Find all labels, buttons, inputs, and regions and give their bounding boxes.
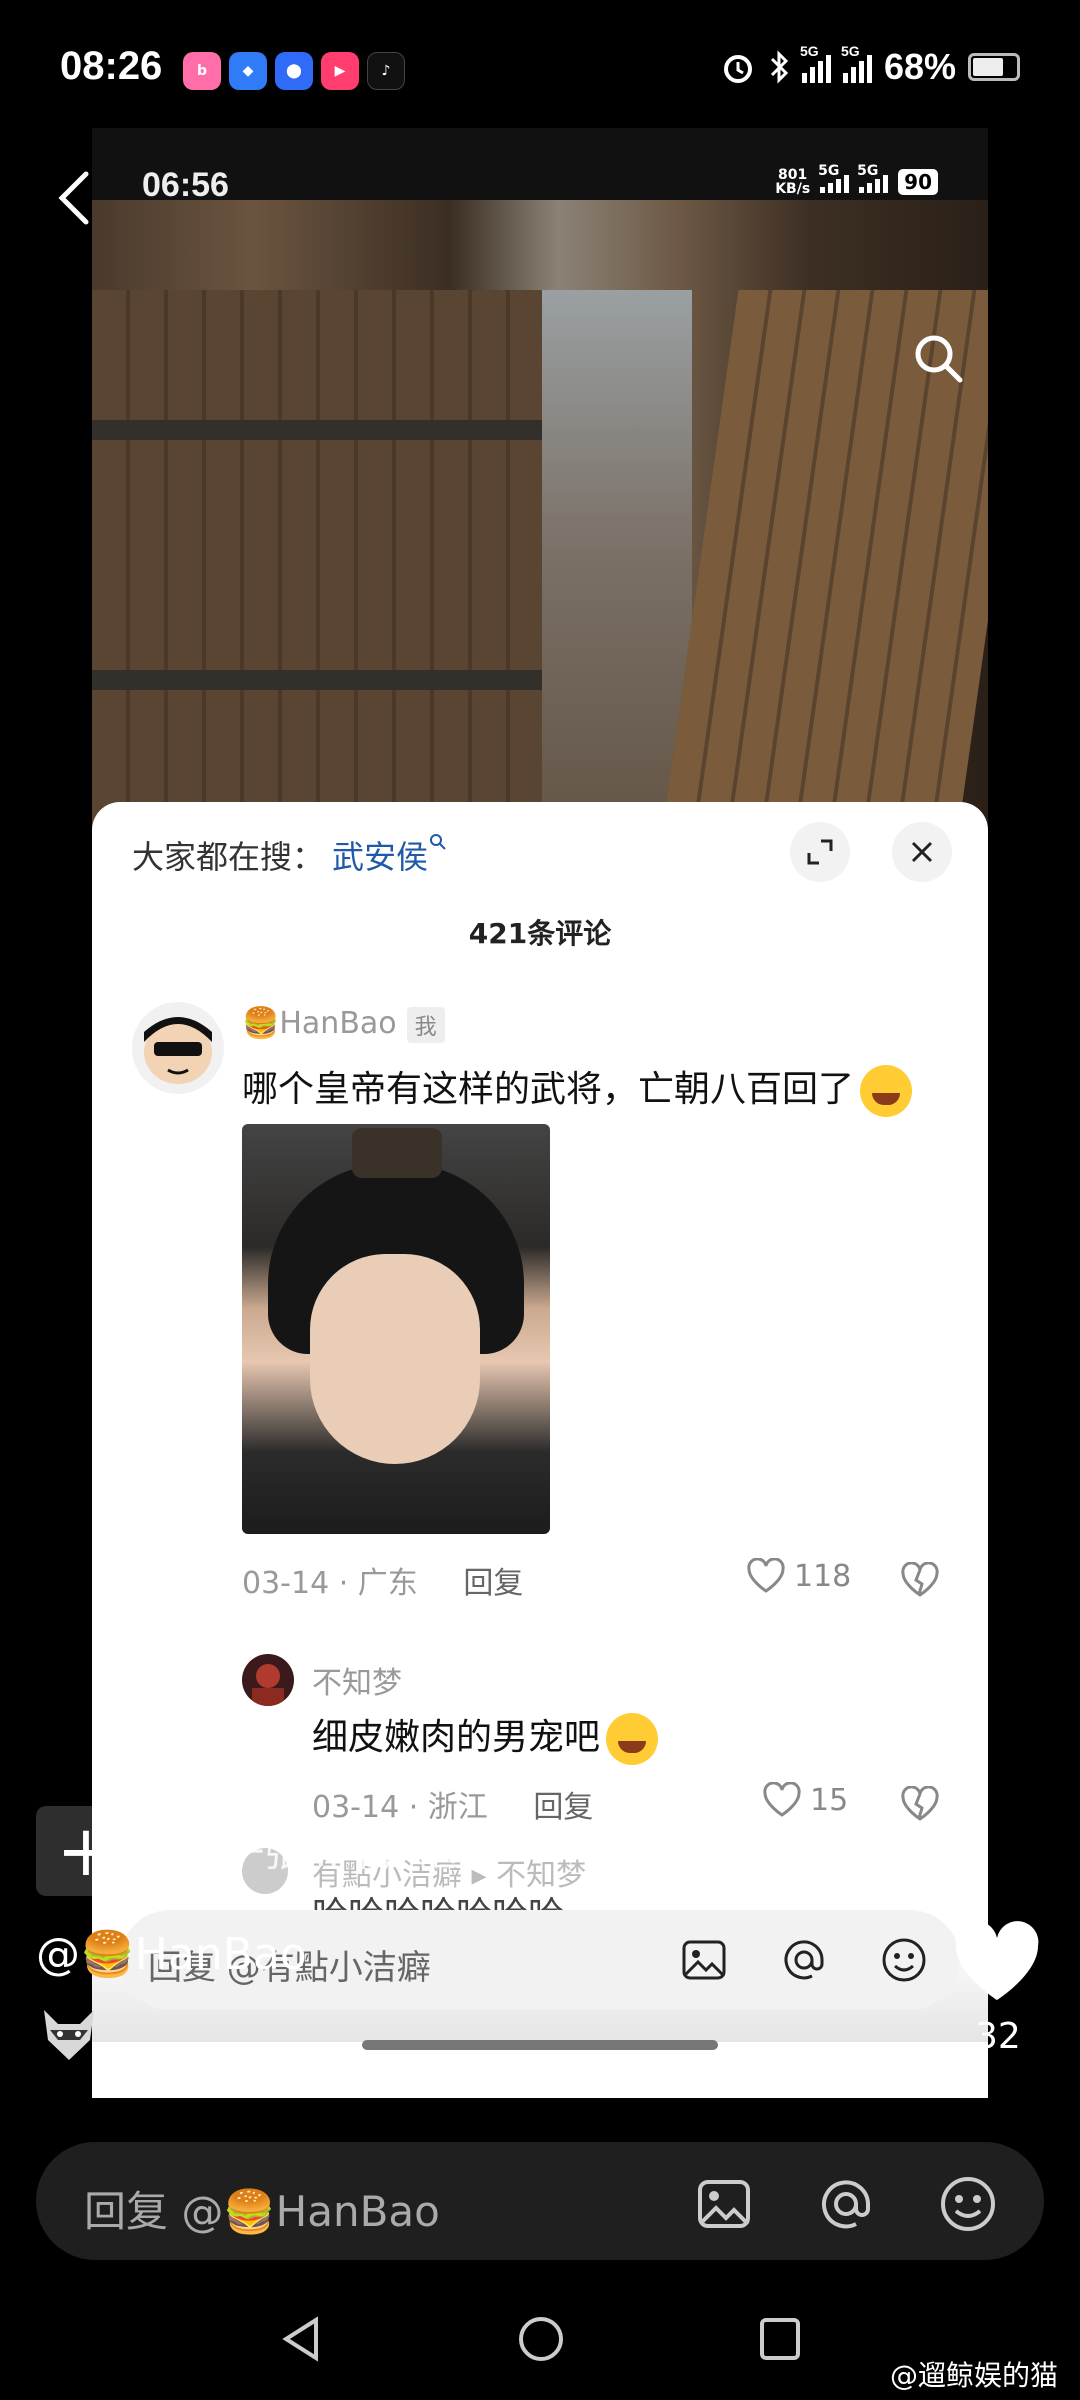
- at-icon[interactable]: [816, 2174, 876, 2234]
- comment-input[interactable]: 回复 @🍔HanBao: [36, 2142, 1044, 2260]
- image-icon[interactable]: [680, 1936, 728, 1984]
- nav-home-icon[interactable]: [516, 2314, 566, 2364]
- signal-icon: 5G: [818, 163, 850, 193]
- comment-meta: 03-14 · 广东 回复: [242, 1566, 524, 1601]
- comment-placeholder: 回复 @🍔HanBao: [84, 2187, 440, 2236]
- like-heart-icon[interactable]: [952, 1920, 1042, 2004]
- like-count: 15: [810, 1782, 849, 1818]
- like-count: 118: [794, 1558, 852, 1594]
- burger-icon: 🍔: [242, 1006, 280, 1041]
- weibo-watermark: @遛鲸娱的猫: [889, 2359, 1058, 2392]
- hot-search-label: 大家都在搜：: [132, 838, 325, 876]
- avatar-image-icon: [252, 1664, 284, 1706]
- app-icon: ◆: [229, 52, 267, 90]
- image-icon[interactable]: [694, 2174, 754, 2234]
- heart-icon: [747, 1558, 785, 1593]
- nav-recents-icon[interactable]: [758, 2314, 802, 2364]
- reply-link[interactable]: 回复: [463, 1566, 523, 1601]
- bluetooth-icon: [770, 50, 789, 84]
- wolf-avatar-icon[interactable]: [36, 2000, 102, 2066]
- like-button[interactable]: 15: [762, 1782, 848, 1818]
- broken-heart-icon[interactable]: [900, 1562, 940, 1598]
- hot-search: 大家都在搜： 武安侯: [132, 832, 448, 878]
- hot-search-term[interactable]: 武安侯: [332, 838, 428, 876]
- status-bar: 08:26 b ◆ ⬤ ▶ ♪ 5G 5G 68%: [0, 0, 1080, 140]
- avatar[interactable]: [242, 1654, 294, 1706]
- comment-author[interactable]: 不知梦: [312, 1658, 402, 1702]
- battery-percent: 68%: [883, 46, 956, 87]
- signal-icon: 5G: [857, 163, 889, 193]
- status-app-icons: b ◆ ⬤ ▶ ♪: [183, 52, 405, 90]
- embedded-indicators: 801 KB/s 5G 5G 90: [775, 163, 938, 197]
- laugh-cry-emoji-icon: [860, 1065, 913, 1117]
- avatar[interactable]: [132, 1002, 224, 1094]
- back-icon[interactable]: [54, 168, 94, 228]
- plus-icon: +: [56, 1810, 116, 1892]
- status-time: 08:26: [60, 44, 163, 88]
- crying-emoji-icon: [606, 1713, 659, 1765]
- comment-author[interactable]: 🍔HanBao 我: [242, 1006, 445, 1043]
- alarm-icon: [723, 55, 752, 83]
- comments-sheet: 大家都在搜： 武安侯 421条评论 🍔HanBao 我 哪个皇帝有这样的武将，亡朝八…: [92, 802, 988, 2098]
- overlay-text: 我也发一张… 我和图片: [112, 1831, 505, 1875]
- battery-badge: 90: [898, 169, 938, 195]
- video-app-icon: ▶: [321, 52, 359, 90]
- tiktok-icon: ♪: [367, 52, 405, 90]
- video-author[interactable]: @🍔HanBao: [36, 1928, 307, 1980]
- comment-photo[interactable]: [242, 1124, 550, 1534]
- broken-heart-icon[interactable]: [900, 1786, 940, 1822]
- heart-icon: [763, 1782, 801, 1817]
- like-button[interactable]: 118: [746, 1558, 851, 1594]
- comment-text: 哪个皇帝有这样的武将，亡朝八百回了: [242, 1060, 913, 1117]
- comment-count: 421条评论: [468, 917, 612, 950]
- nav-back-icon[interactable]: [278, 2314, 322, 2364]
- at-icon[interactable]: [780, 1936, 828, 1984]
- comment-text: 细皮嫩肉的男宠吧: [312, 1708, 659, 1765]
- signal-icon: 5G: [841, 43, 872, 83]
- close-icon: [911, 841, 933, 863]
- me-tag: 我: [406, 1006, 445, 1043]
- search-icon[interactable]: [910, 330, 966, 386]
- search-icon: [430, 834, 446, 850]
- expand-button[interactable]: [790, 822, 850, 882]
- embedded-screenshot: 06:56 801 KB/s 5G 5G 90 大家都在搜： 武安侯 421条评论: [92, 128, 988, 2098]
- bilibili-icon: b: [183, 52, 221, 90]
- speed-indicator: 801 KB/s: [775, 167, 811, 197]
- cartoon-avatar-icon: [144, 1017, 212, 1084]
- like-count: 32: [975, 2016, 1021, 2057]
- close-button[interactable]: [892, 822, 952, 882]
- reply-link[interactable]: 回复: [533, 1790, 593, 1825]
- emoji-icon[interactable]: [938, 2174, 998, 2234]
- emoji-icon[interactable]: [880, 1936, 928, 1984]
- battery-icon: [968, 53, 1020, 81]
- signal-icon: 5G: [800, 43, 831, 83]
- expand-icon: [807, 839, 833, 865]
- home-indicator: [362, 2040, 718, 2050]
- status-indicators: 5G 5G 68%: [720, 43, 1020, 88]
- embedded-status-bar: 06:56 801 KB/s 5G 5G 90: [92, 128, 988, 204]
- baidu-icon: ⬤: [275, 52, 313, 90]
- comment-meta: 03-14 · 浙江 回复: [312, 1790, 594, 1825]
